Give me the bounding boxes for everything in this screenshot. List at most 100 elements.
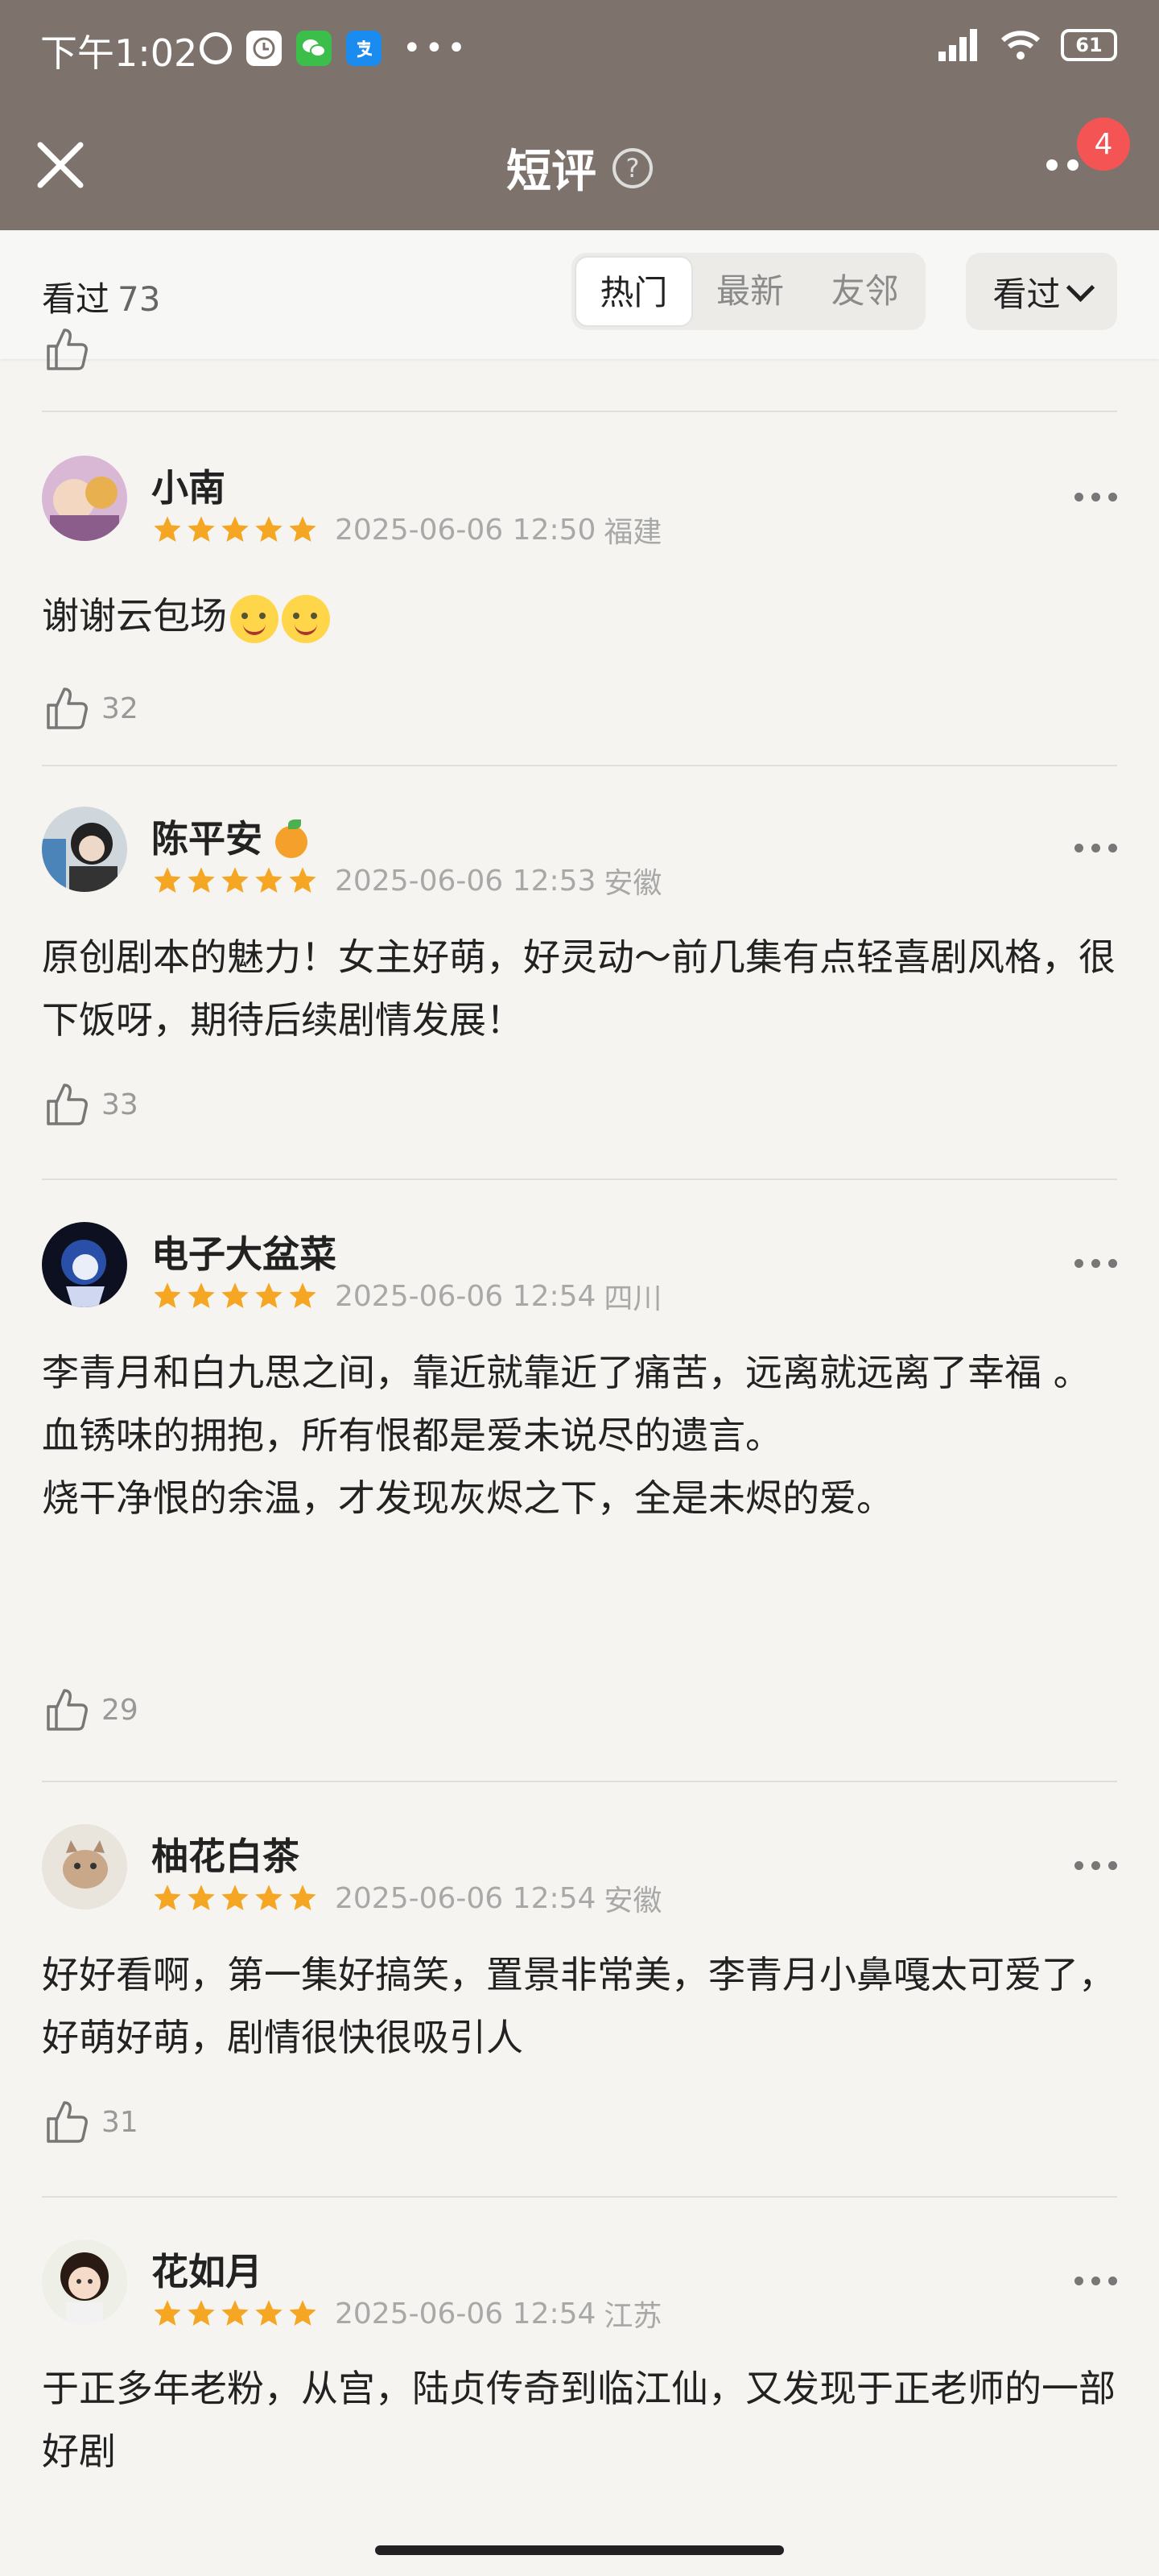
username[interactable]: 柚花白茶 [151, 1827, 299, 1880]
review-meta: 2025-06-06 12:54 江苏 [151, 2293, 662, 2334]
help-icon[interactable]: ? [612, 147, 653, 188]
sort-tabs: 热门 最新 友邻 [571, 253, 926, 330]
more-options-icon[interactable] [1074, 1861, 1117, 1870]
more-options-icon[interactable] [1074, 493, 1117, 502]
thumbs-up-icon[interactable] [45, 327, 90, 372]
seen-count: 看过 73 [42, 272, 160, 321]
star-icon [188, 1282, 215, 1308]
like-button[interactable]: 31 [45, 2099, 138, 2145]
review-text-content: 谢谢云包场 [42, 594, 227, 638]
star-rating [151, 865, 319, 897]
review-datetime: 2025-06-06 12:50 [335, 513, 596, 547]
username[interactable]: 花如月 [151, 2243, 262, 2296]
username[interactable]: 电子大盆菜 [151, 1225, 336, 1278]
username-text: 陈平安 [151, 817, 262, 861]
like-button[interactable]: 29 [45, 1687, 138, 1732]
thumbs-up-icon [47, 687, 88, 729]
star-icon [289, 2300, 316, 2326]
like-count: 32 [101, 691, 138, 725]
avatar[interactable] [42, 1824, 127, 1909]
avatar[interactable] [42, 807, 127, 892]
review-meta: 2025-06-06 12:50 福建 [151, 509, 662, 551]
more-options-icon[interactable] [1074, 844, 1117, 852]
review-meta: 2025-06-06 12:54 安徽 [151, 1877, 662, 1919]
viewed-dropdown[interactable]: 看过 [966, 253, 1117, 330]
star-icon [221, 867, 249, 893]
star-rating [151, 1280, 319, 1312]
username[interactable]: 陈平安 [151, 810, 307, 863]
divider [42, 2196, 1117, 2198]
like-count: 31 [101, 2105, 138, 2139]
battery-icon: 61 [1061, 29, 1117, 61]
star-rating [151, 2297, 319, 2330]
username[interactable]: 小南 [151, 459, 225, 512]
star-icon [188, 516, 215, 542]
star-icon [188, 2300, 215, 2326]
more-dots-icon: ••• [402, 30, 469, 67]
nav-bar: 短评 ? 4 [0, 105, 1159, 230]
review-text: 谢谢云包场 [42, 584, 1120, 647]
avatar[interactable] [42, 1222, 127, 1307]
review-datetime: 2025-06-06 12:53 [335, 864, 596, 898]
review-meta: 2025-06-06 12:53 安徽 [151, 860, 662, 902]
filter-bar: 看过 73 热门 最新 友邻 看过 [0, 230, 1159, 359]
star-icon [154, 1885, 181, 1910]
more-options-icon[interactable] [1074, 1259, 1117, 1268]
star-rating [151, 514, 319, 546]
review-location: 福建 [604, 516, 662, 549]
review-text-line: 李青月和白九思之间，靠近就靠近了痛苦，远离就远离了幸福 。 [42, 1351, 1091, 1394]
tab-friends[interactable]: 友邻 [807, 256, 922, 327]
review-text: 于正多年老粉，从宫，陆贞传奇到临江仙，又发现于正老师的一部好剧 [42, 2367, 1116, 2473]
smiling-face-with-hearts-icon [230, 594, 278, 643]
star-icon [221, 1885, 249, 1910]
star-icon [289, 867, 316, 893]
star-rating [151, 1882, 319, 1914]
timer-icon [200, 32, 232, 64]
star-icon [255, 2300, 283, 2326]
star-icon [289, 1885, 316, 1910]
more-options-icon[interactable] [1074, 2277, 1117, 2285]
review-text-line: 血锈味的拥抱，所有恨都是爱未说尽的遗言。 [42, 1414, 782, 1457]
seen-number: 73 [118, 279, 161, 319]
thumbs-up-icon [47, 2101, 88, 2143]
divider [42, 411, 1117, 412]
divider [42, 1179, 1117, 1180]
tab-hot[interactable]: 热门 [575, 256, 693, 327]
home-indicator[interactable] [375, 2545, 784, 2555]
star-icon [188, 1885, 215, 1910]
like-button[interactable]: 32 [45, 686, 138, 731]
divider [42, 765, 1117, 766]
review-meta: 2025-06-06 12:54 四川 [151, 1275, 662, 1317]
star-icon [255, 1282, 283, 1308]
like-button[interactable]: 33 [45, 1082, 138, 1127]
orange-icon [275, 819, 307, 858]
viewed-dropdown-label: 看过 [992, 274, 1061, 314]
star-icon [221, 2300, 249, 2326]
chevron-down-icon [1066, 273, 1095, 302]
clock-app-icon [246, 31, 282, 66]
review-datetime: 2025-06-06 12:54 [335, 2297, 596, 2330]
review-datetime: 2025-06-06 12:54 [335, 1279, 596, 1313]
star-icon [221, 516, 249, 542]
divider [42, 1781, 1117, 1782]
notification-badge: 4 [1077, 118, 1130, 171]
review-text-line: 烧干净恨的余温，才发现灰烬之下，全是未烬的爱。 [42, 1476, 893, 1520]
review-location: 江苏 [604, 2300, 662, 2333]
like-count: 33 [101, 1088, 138, 1121]
avatar[interactable] [42, 2240, 127, 2325]
page-title: 短评 [506, 146, 596, 198]
thumbs-up-icon [47, 1084, 88, 1125]
smiling-face-with-hearts-icon [282, 594, 330, 643]
tab-latest[interactable]: 最新 [693, 256, 808, 327]
alipay-icon [346, 31, 382, 66]
signal-icon [938, 29, 977, 61]
review-text: 好好看啊，第一集好搞笑，置景非常美，李青月小鼻嘎太可爱了，好萌好萌，剧情很快很吸… [42, 1953, 1116, 2059]
star-icon [255, 867, 283, 893]
review-location: 安徽 [604, 1885, 662, 1918]
avatar[interactable] [42, 456, 127, 541]
thumbs-up-icon [47, 1689, 88, 1731]
status-system-icons: 61 [937, 29, 1117, 61]
status-time: 下午1:02 [40, 31, 198, 75]
star-icon [154, 2300, 181, 2326]
review-text: 李青月和白九思之间，靠近就靠近了痛苦，远离就远离了幸福 。 血锈味的拥抱，所有恨… [42, 1341, 1120, 1530]
